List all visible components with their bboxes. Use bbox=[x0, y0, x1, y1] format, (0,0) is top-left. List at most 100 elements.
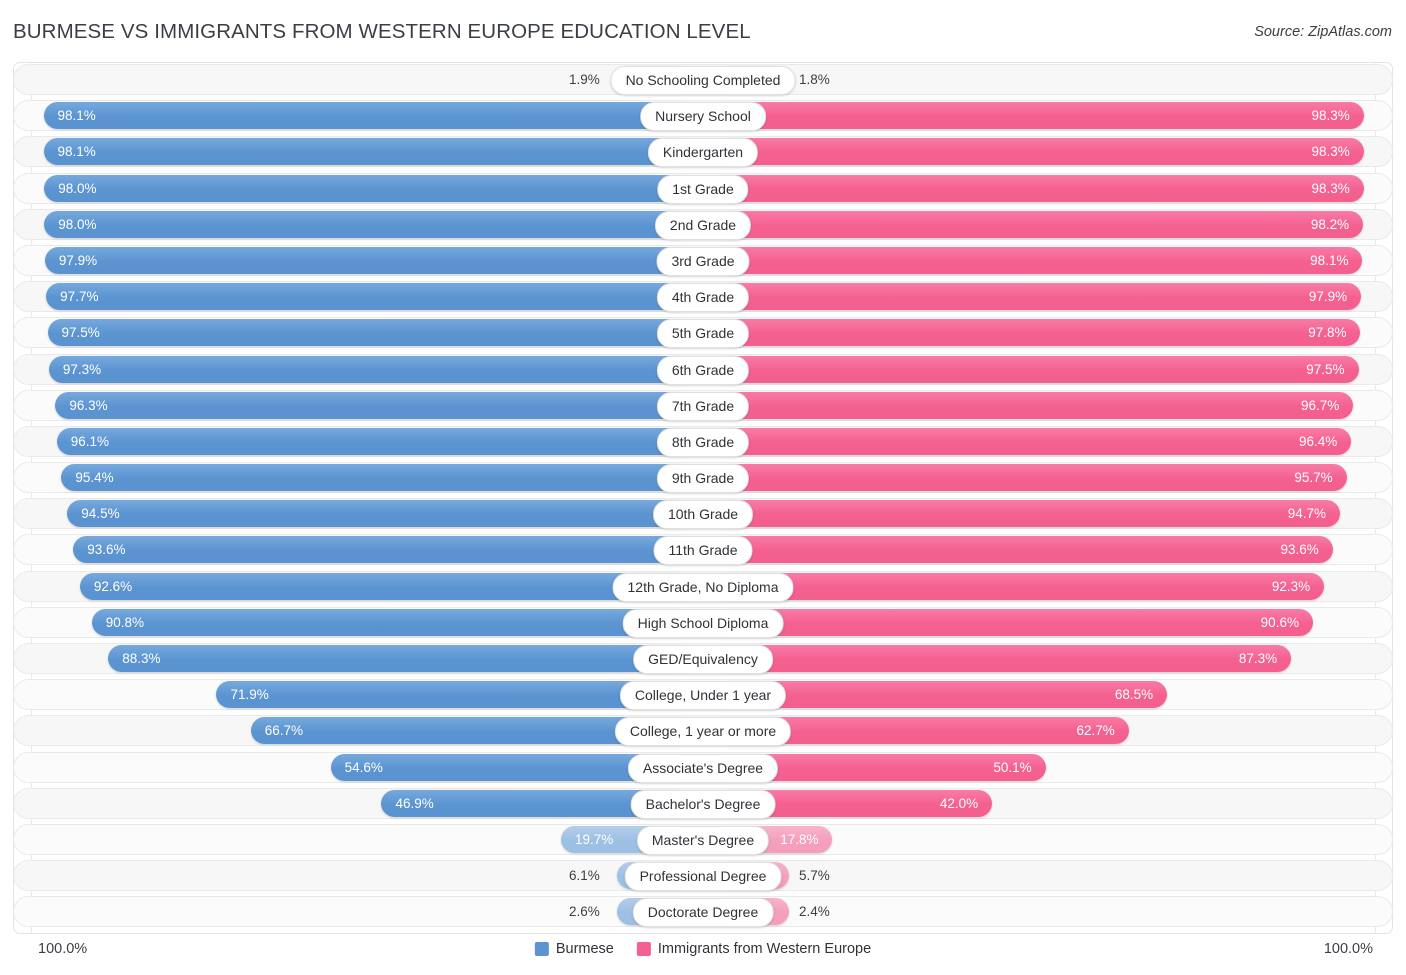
bar-half-western-europe: 97.8% bbox=[703, 317, 1393, 348]
category-label-pill[interactable]: Doctorate Degree bbox=[632, 898, 774, 928]
bar-row[interactable]: 93.6% 93.6% 11th Grade bbox=[13, 534, 1393, 566]
bar-burmese[interactable] bbox=[43, 102, 691, 130]
bar-burmese[interactable] bbox=[67, 500, 691, 528]
bar-row[interactable]: 98.1% 98.3% Kindergarten bbox=[13, 136, 1393, 168]
bar-western-europe[interactable] bbox=[715, 572, 1325, 600]
bar-burmese[interactable] bbox=[48, 355, 691, 383]
bar-burmese[interactable] bbox=[108, 645, 691, 672]
bar-row[interactable]: 97.7% 97.9% 4th Grade bbox=[13, 281, 1393, 313]
bar-row[interactable]: 2.6% 2.4% Doctorate Degree bbox=[13, 896, 1393, 928]
value-label-western-europe: 5.7% bbox=[799, 868, 830, 884]
bar-row[interactable]: 66.7% 62.7% College, 1 year or more bbox=[13, 715, 1393, 747]
category-label-pill[interactable]: 10th Grade bbox=[652, 500, 754, 530]
bar-western-europe[interactable] bbox=[715, 174, 1364, 202]
bar-western-europe[interactable] bbox=[715, 391, 1354, 419]
bar-western-europe[interactable] bbox=[715, 608, 1313, 636]
bar-burmese[interactable] bbox=[44, 210, 691, 238]
bar-burmese[interactable] bbox=[79, 572, 691, 600]
category-label-pill[interactable]: 5th Grade bbox=[656, 319, 750, 349]
bar-western-europe[interactable] bbox=[715, 464, 1347, 492]
bar-western-europe[interactable] bbox=[715, 210, 1364, 238]
category-label-pill[interactable]: 3rd Grade bbox=[656, 246, 750, 276]
value-label-burmese: 1.9% bbox=[569, 72, 600, 87]
bar-half-burmese: 71.9% bbox=[13, 679, 703, 710]
category-label-pill[interactable]: High School Diploma bbox=[622, 608, 784, 638]
bar-row[interactable]: 6.1% 5.7% Professional Degree bbox=[13, 860, 1393, 892]
category-label-pill[interactable]: College, Under 1 year bbox=[619, 681, 787, 711]
bar-half-western-europe: 92.3% bbox=[703, 571, 1393, 602]
bar-half-western-europe: 98.2% bbox=[703, 209, 1393, 240]
bar-row[interactable]: 95.4% 95.7% 9th Grade bbox=[13, 462, 1393, 494]
bar-row[interactable]: 98.0% 98.2% 2nd Grade bbox=[13, 208, 1393, 240]
bar-half-burmese: 54.6% bbox=[13, 752, 703, 783]
category-label-pill[interactable]: GED/Equivalency bbox=[633, 645, 773, 674]
bar-row[interactable]: 98.0% 98.3% 1st Grade bbox=[13, 172, 1393, 204]
category-label-pill[interactable]: Kindergarten bbox=[647, 138, 759, 168]
bar-western-europe[interactable] bbox=[715, 246, 1363, 274]
bar-burmese[interactable] bbox=[56, 427, 691, 455]
legend-label-western-europe: Immigrants from Western Europe bbox=[657, 941, 872, 957]
bar-western-europe[interactable] bbox=[715, 355, 1359, 383]
category-label-pill[interactable]: 7th Grade bbox=[656, 391, 750, 421]
value-label-western-europe: 95.7% bbox=[1294, 470, 1333, 486]
category-label-pill[interactable]: Master's Degree bbox=[636, 825, 770, 855]
bar-burmese[interactable] bbox=[44, 174, 691, 202]
category-label-pill[interactable]: 11th Grade bbox=[653, 536, 753, 566]
bar-burmese[interactable] bbox=[46, 283, 691, 311]
bar-burmese[interactable] bbox=[73, 536, 691, 564]
value-label-burmese: 95.4% bbox=[75, 470, 114, 486]
legend-swatch-western-europe bbox=[636, 942, 651, 956]
bar-half-burmese: 66.7% bbox=[13, 715, 703, 746]
category-label-pill[interactable]: 1st Grade bbox=[657, 174, 749, 204]
bar-row[interactable]: 71.9% 68.5% College, Under 1 year bbox=[13, 679, 1393, 711]
bar-western-europe[interactable] bbox=[715, 319, 1361, 347]
bar-half-burmese: 96.1% bbox=[13, 426, 703, 457]
category-label-pill[interactable]: 2nd Grade bbox=[654, 210, 752, 240]
category-label-pill[interactable]: 6th Grade bbox=[656, 355, 750, 385]
bar-western-europe[interactable] bbox=[715, 645, 1292, 672]
bar-row[interactable]: 94.5% 94.7% 10th Grade bbox=[13, 498, 1393, 530]
category-label-pill[interactable]: 8th Grade bbox=[656, 427, 750, 457]
bar-row[interactable]: 19.7% 17.8% Master's Degree bbox=[13, 823, 1393, 855]
bar-row[interactable]: 96.1% 96.4% 8th Grade bbox=[13, 425, 1393, 457]
bar-burmese[interactable] bbox=[55, 391, 691, 419]
bar-western-europe[interactable] bbox=[715, 283, 1362, 311]
bar-western-europe[interactable] bbox=[715, 102, 1364, 130]
bar-row[interactable]: 96.3% 96.7% 7th Grade bbox=[13, 389, 1393, 421]
value-label-western-europe: 42.0% bbox=[939, 795, 979, 811]
bar-western-europe[interactable] bbox=[715, 138, 1364, 166]
bar-western-europe[interactable] bbox=[715, 500, 1341, 528]
value-label-western-europe: 94.7% bbox=[1287, 506, 1327, 522]
bar-row[interactable]: 88.3% 87.3% GED/Equivalency bbox=[13, 643, 1393, 674]
bar-row[interactable]: 54.6% 50.1% Associate's Degree bbox=[13, 751, 1393, 783]
bar-row[interactable]: 97.9% 98.1% 3rd Grade bbox=[13, 244, 1393, 276]
bar-row[interactable]: 1.9% 1.8% No Schooling Completed bbox=[13, 64, 1393, 95]
bar-row[interactable]: 97.3% 97.5% 6th Grade bbox=[13, 353, 1393, 385]
bar-row[interactable]: 90.8% 90.6% High School Diploma bbox=[13, 606, 1393, 638]
category-label-pill[interactable]: 9th Grade bbox=[656, 464, 750, 494]
bar-burmese[interactable] bbox=[47, 319, 691, 347]
bar-western-europe[interactable] bbox=[715, 427, 1352, 455]
bar-burmese[interactable] bbox=[43, 138, 691, 166]
category-label-pill[interactable]: Bachelor's Degree bbox=[630, 789, 776, 819]
bar-western-europe[interactable] bbox=[715, 536, 1333, 564]
bar-row[interactable]: 97.5% 97.8% 5th Grade bbox=[13, 317, 1393, 349]
bar-burmese[interactable] bbox=[61, 464, 691, 492]
bar-row[interactable]: 46.9% 42.0% Bachelor's Degree bbox=[13, 787, 1393, 819]
category-label-pill[interactable]: Associate's Degree bbox=[627, 753, 779, 783]
category-label-pill[interactable]: Nursery School bbox=[640, 102, 766, 132]
bar-row[interactable]: 98.1% 98.3% Nursery School bbox=[13, 100, 1393, 132]
legend-item-western-europe[interactable]: Immigrants from Western Europe bbox=[636, 941, 872, 957]
bar-half-burmese: 97.5% bbox=[13, 317, 703, 348]
bar-burmese[interactable] bbox=[44, 246, 691, 274]
category-label-pill[interactable]: Professional Degree bbox=[624, 862, 782, 892]
category-label-pill[interactable]: College, 1 year or more bbox=[614, 717, 792, 747]
value-label-burmese: 93.6% bbox=[87, 542, 126, 558]
category-label-pill[interactable]: No Schooling Completed bbox=[610, 66, 796, 95]
category-label-pill[interactable]: 4th Grade bbox=[656, 283, 750, 313]
bar-burmese[interactable] bbox=[91, 608, 691, 636]
bar-half-burmese: 92.6% bbox=[13, 571, 703, 602]
category-label-pill[interactable]: 12th Grade, No Diploma bbox=[612, 572, 794, 602]
bar-row[interactable]: 92.6% 92.3% 12th Grade, No Diploma bbox=[13, 570, 1393, 602]
legend-item-burmese[interactable]: Burmese bbox=[534, 941, 614, 957]
